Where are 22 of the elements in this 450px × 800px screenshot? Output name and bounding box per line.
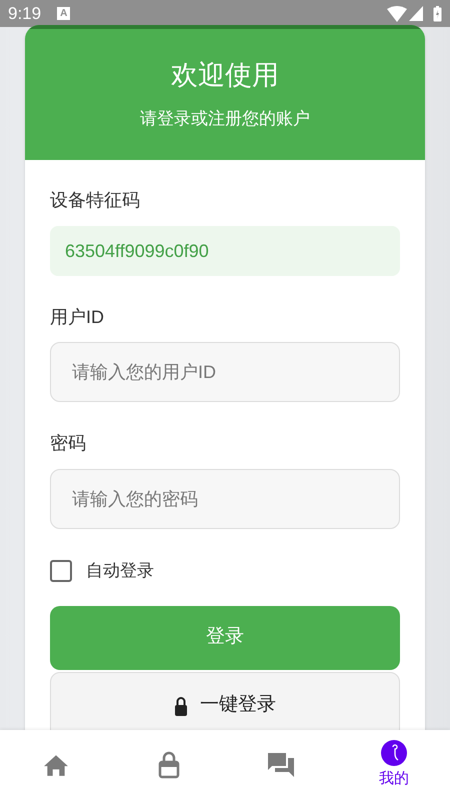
welcome-subtitle: 请登录或注册您的账户 xyxy=(140,108,310,130)
user-id-field[interactable]: 请输入您的用户ID xyxy=(50,342,400,402)
home-icon xyxy=(43,753,70,777)
field-label: 设备特征码 xyxy=(50,189,141,212)
password-field[interactable]: 请输入您的密码 xyxy=(50,469,400,529)
chat-icon xyxy=(267,752,296,778)
battery-icon xyxy=(433,6,442,22)
nav-tab[interactable]: 我的 xyxy=(338,730,450,800)
field-label: 密码 xyxy=(50,432,87,455)
auto-login-checkbox[interactable] xyxy=(50,560,72,582)
lock-icon xyxy=(174,696,188,716)
quick-login-button[interactable]: 一键登录 xyxy=(50,672,400,730)
field-label: 用户ID xyxy=(50,306,105,329)
profile-icon xyxy=(380,740,407,766)
device-code-field: 63504ff9099c0f90 xyxy=(50,226,400,276)
welcome-title: 欢迎使用 xyxy=(171,59,279,92)
notification-badge: A xyxy=(57,7,70,20)
signal-icon xyxy=(409,6,423,21)
status-time: 9:19 xyxy=(8,2,42,25)
lock-icon xyxy=(158,751,180,779)
wifi-icon xyxy=(387,6,407,22)
auto-login-label: 自动登录 xyxy=(86,560,154,582)
